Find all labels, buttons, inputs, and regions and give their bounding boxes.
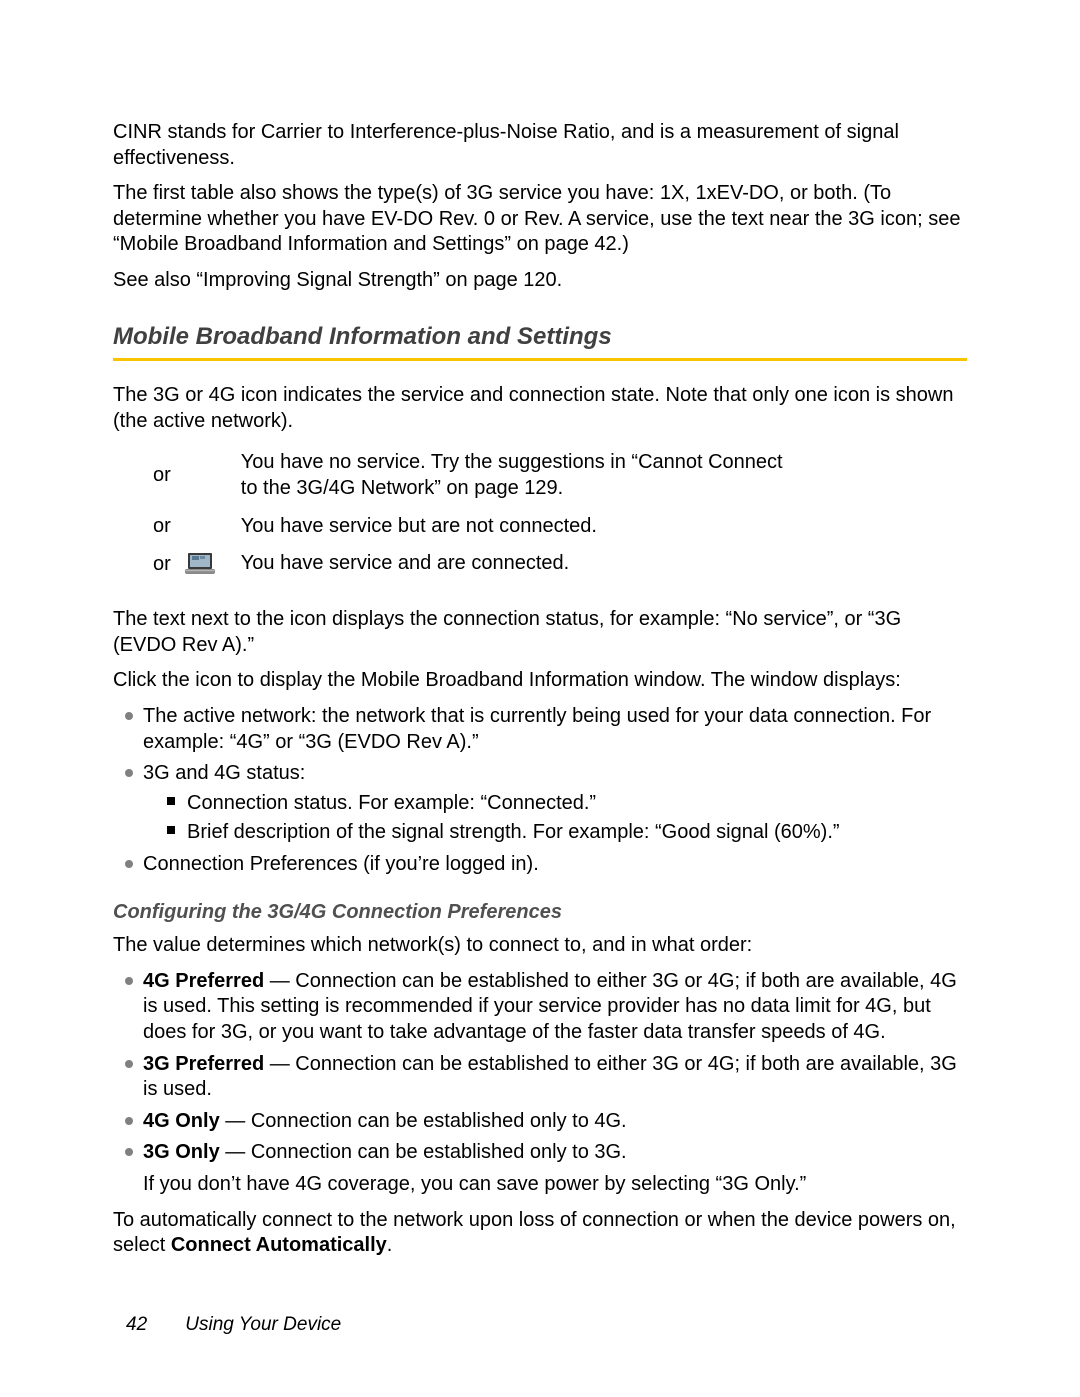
- or-label: or: [153, 444, 185, 507]
- status-text-p: The text next to the icon displays the c…: [113, 607, 967, 658]
- subsection-heading: Configuring the 3G/4G Connection Prefere…: [113, 900, 967, 926]
- icon-state-table: or You have no service. Try the suggesti…: [153, 444, 815, 583]
- window-displays-p: Click the icon to display the Mobile Bro…: [113, 668, 967, 694]
- connect-automatically-label: Connect Automatically: [171, 1234, 387, 1256]
- opt-text: — Connection can be established to eithe…: [143, 1053, 957, 1101]
- opt-text: — Connection can be established only to …: [220, 1110, 627, 1132]
- state-connected: You have service and are connected.: [241, 545, 815, 583]
- info-list: The active network: the network that is …: [113, 704, 967, 878]
- table-row: or You have service but are not connecte…: [153, 508, 815, 546]
- state-no-service: You have no service. Try the suggestions…: [241, 444, 815, 507]
- list-item: 4G Only — Connection can be established …: [113, 1109, 967, 1135]
- list-item: Brief description of the signal strength…: [163, 820, 967, 846]
- intro-p3: See also “Improving Signal Strength” on …: [113, 268, 967, 294]
- list-item: 3G Only — Connection can be established …: [113, 1140, 967, 1166]
- state-not-connected: You have service but are not connected.: [241, 508, 815, 546]
- section-heading: Mobile Broadband Information and Setting…: [113, 322, 967, 353]
- opt-4g-only: 4G Only: [143, 1110, 220, 1132]
- intro-p1: CINR stands for Carrier to Interference-…: [113, 120, 967, 171]
- opt-3g-only: 3G Only: [143, 1141, 220, 1163]
- list-item-label: 3G and 4G status:: [143, 762, 305, 784]
- opt-text: — Connection can be established only to …: [220, 1141, 627, 1163]
- heading-rule: [113, 358, 967, 361]
- closing-p: To automatically connect to the network …: [113, 1208, 967, 1259]
- list-item: 4G Preferred — Connection can be establi…: [113, 969, 967, 1046]
- or-label: or: [153, 508, 185, 546]
- table-row: or You have no service. Try the suggesti…: [153, 444, 815, 507]
- table-row: or You have service and are connected.: [153, 545, 815, 583]
- page: CINR stands for Carrier to Interference-…: [0, 0, 1080, 1397]
- status-sublist: Connection status. For example: “Connect…: [143, 791, 967, 846]
- opt-text: — Connection can be established to eithe…: [143, 970, 957, 1043]
- closing-c: .: [387, 1234, 393, 1256]
- opt-3g-preferred: 3G Preferred: [143, 1053, 264, 1075]
- computer-icon: [185, 551, 215, 577]
- page-number: 42: [126, 1313, 180, 1337]
- page-footer: 42 Using Your Device: [126, 1313, 341, 1337]
- pref-list: 4G Preferred — Connection can be establi…: [113, 969, 967, 1166]
- list-item: 3G and 4G status: Connection status. For…: [113, 761, 967, 846]
- list-item: Connection status. For example: “Connect…: [163, 791, 967, 817]
- after-heading: The 3G or 4G icon indicates the service …: [113, 383, 967, 434]
- or-label: or: [153, 545, 185, 583]
- sub-intro: The value determines which network(s) to…: [113, 933, 967, 959]
- list-item: 3G Preferred — Connection can be establi…: [113, 1052, 967, 1103]
- opt-4g-preferred: 4G Preferred: [143, 970, 264, 992]
- list-item: Connection Preferences (if you’re logged…: [113, 852, 967, 878]
- intro-p2: The first table also shows the type(s) o…: [113, 181, 967, 258]
- list-item: The active network: the network that is …: [113, 704, 967, 755]
- pref-note: If you don’t have 4G coverage, you can s…: [143, 1172, 967, 1198]
- section-title: Using Your Device: [185, 1314, 341, 1335]
